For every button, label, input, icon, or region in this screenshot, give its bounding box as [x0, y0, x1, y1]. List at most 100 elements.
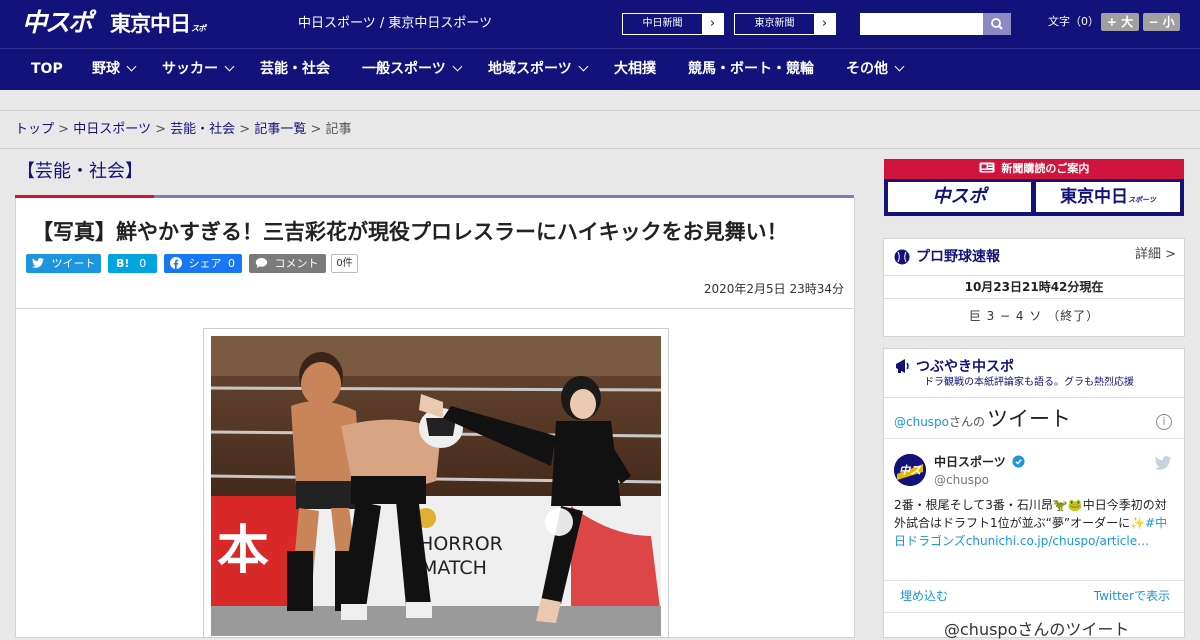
breadcrumb-separator: > — [239, 122, 251, 137]
baseball-update-time: 10月23日21時42分現在 — [884, 275, 1184, 299]
view-on-twitter-link[interactable]: Twitterで表示 — [1094, 588, 1170, 604]
chuspo-avatar-image: 中ス — [894, 454, 926, 486]
newspaper-icon — [979, 162, 995, 173]
chevron-down-icon — [452, 61, 463, 72]
nav-label: その他 — [846, 61, 888, 77]
article-divider — [16, 308, 854, 309]
article-photo[interactable]: 本 E HORROR MATCH — [211, 336, 661, 636]
baseball-scores-widget: プロ野球速報 詳細 > 10月23日21時42分現在 巨 3 − 4 ソ （終了… — [883, 238, 1185, 337]
comment-button[interactable]: コメント — [249, 254, 326, 273]
chunichi-shimbun-button[interactable]: 中日新聞 › — [622, 13, 724, 35]
photo-banner-left: 本 — [217, 521, 269, 581]
font-smaller-button[interactable]: − 小 — [1143, 13, 1180, 31]
tweet-author-handle[interactable]: @chuspo — [934, 472, 989, 488]
info-icon[interactable]: i — [1156, 414, 1172, 430]
nav-item-baseball[interactable]: 野球 — [92, 49, 137, 90]
promo-tokyo-small: スポーツ — [1128, 196, 1156, 204]
tweet-link[interactable]: chunichi.co.jp/chuspo/article… — [966, 534, 1149, 548]
comment-label: コメント — [274, 257, 319, 270]
breadcrumb-top[interactable]: トップ — [15, 122, 54, 137]
twitter-widget: つぶやき中スポ ドラ観戦の本紙評論家も語る。グラも熱烈応援 @chuspoさんの… — [883, 348, 1185, 639]
hatena-count: 0 — [139, 257, 147, 270]
chevron-down-icon — [224, 61, 235, 72]
subscription-title-text: 新聞購読のご案内 — [1001, 162, 1090, 175]
timeline-divider — [884, 580, 1184, 581]
font-larger-button[interactable]: + 大 — [1101, 13, 1139, 31]
hatena-bookmark-button[interactable]: B! 0 — [108, 254, 157, 273]
tokyo-shimbun-label: 東京新聞 — [754, 18, 795, 29]
embed-link[interactable]: 埋め込む — [900, 588, 948, 604]
article-card: 【写真】鮮やかすぎる！三吉彩花が現役プロレスラーにハイキックをお見舞い！ ツイー… — [15, 198, 855, 638]
nav-item-racing[interactable]: 競馬・ボート・競輪 — [688, 49, 814, 90]
search-input[interactable] — [860, 13, 983, 35]
twitter-widget-subtitle: ドラ観戦の本紙評論家も語る。グラも熱烈応援 — [924, 377, 1134, 388]
breadcrumb-current: 記事 — [325, 122, 352, 137]
nav-item-other[interactable]: その他 — [846, 49, 905, 90]
tokyo-shimbun-button[interactable]: 東京新聞 › — [734, 13, 836, 35]
tweet-label: ツイート — [51, 257, 96, 270]
site-links[interactable]: 中日スポーツ / 東京中日スポーツ — [298, 14, 492, 34]
timeline-header: @chuspoさんのツイート — [894, 404, 1071, 434]
category-label[interactable]: 【芸能・社会】 — [15, 150, 154, 198]
twitter-timeline: @chuspoさんのツイート i 中ス 中日スポーツ @chuspo 2番・根尾… — [884, 397, 1184, 639]
tweet-button[interactable]: ツイート — [26, 254, 101, 273]
twitter-widget-title: つぶやき中スポ — [916, 359, 1014, 375]
promo-chuspo-label: 中スポ — [932, 186, 987, 207]
chevron-right-icon: › — [814, 14, 835, 34]
baseball-scores-title: プロ野球速報 — [916, 249, 1000, 265]
tokyo-chunichi-logo[interactable]: 東京中日スポーツ — [110, 9, 210, 68]
breadcrumb-entertainment[interactable]: 芸能・社会 — [170, 122, 235, 137]
timeline-handle[interactable]: @chuspo — [894, 415, 949, 429]
search-icon — [991, 18, 1003, 30]
tokyo-logo-text: 東京中日 — [110, 12, 191, 36]
chevron-down-icon — [126, 61, 137, 72]
twitter-bird-icon[interactable] — [1154, 456, 1172, 470]
nav-label: サッカー — [162, 61, 218, 77]
tweet-author-name[interactable]: 中日スポーツ — [934, 454, 1025, 470]
verified-badge-icon — [1012, 455, 1025, 468]
breadcrumb-article-list[interactable]: 記事一覧 — [254, 122, 306, 137]
article-photo-frame: 本 E HORROR MATCH — [203, 328, 669, 638]
font-size-label: 文字（0） — [1048, 15, 1099, 28]
breadcrumb-separator: > — [58, 122, 70, 137]
avatar[interactable]: 中ス — [894, 454, 926, 486]
subscription-banner-title: 新聞購読のご案内 — [884, 159, 1184, 179]
search-button[interactable] — [983, 13, 1011, 35]
nav-item-top[interactable]: TOP — [31, 49, 63, 90]
comment-icon — [255, 258, 268, 268]
tweet-body: 2番・根尾そして3番・石川昂🦖🐸中日今季初の対外試合はドラフト1位が並ぶ“夢”オ… — [894, 498, 1167, 530]
comment-count: 0件 — [331, 254, 358, 273]
tweet-text: 2番・根尾そして3番・石川昂🦖🐸中日今季初の対外試合はドラフト1位が並ぶ“夢”オ… — [894, 496, 1176, 550]
nav-item-entertainment[interactable]: 芸能・社会 — [260, 49, 330, 90]
subscription-banner[interactable]: 新聞購読のご案内 中スポ 東京中日スポーツ — [884, 159, 1184, 216]
more-tweets-link[interactable]: @chuspoさんのツイート — [944, 620, 1129, 640]
timeline-tweet-word: ツイート — [987, 407, 1072, 431]
promo-tokyo-label: 東京中日 — [1060, 187, 1129, 207]
header-spacer — [0, 90, 1200, 111]
nav-label: 芸能・社会 — [260, 61, 330, 77]
wrestling-photo: 本 E HORROR MATCH — [211, 336, 661, 636]
baseball-game-result[interactable]: 巨 3 − 4 ソ （終了） — [884, 307, 1184, 325]
breadcrumb-separator: > — [155, 122, 166, 137]
promo-tokyo-button[interactable]: 東京中日スポーツ — [1036, 182, 1180, 212]
promo-chuspo-button[interactable]: 中スポ — [888, 182, 1031, 212]
baseball-icon — [894, 249, 910, 265]
timeline-divider — [884, 438, 1184, 439]
baseball-detail-link[interactable]: 詳細 > — [1135, 246, 1176, 264]
breadcrumb: トップ > 中日スポーツ > 芸能・社会 > 記事一覧 > 記事 — [15, 121, 352, 139]
twitter-bird-icon — [32, 258, 44, 268]
nav-label: 野球 — [92, 61, 120, 77]
facebook-share-button[interactable]: シェア 0 — [164, 254, 242, 273]
facebook-icon — [170, 257, 182, 269]
timeline-divider — [884, 612, 1184, 613]
chuspo-logo[interactable]: 中スポ — [22, 7, 102, 39]
breadcrumb-bar: トップ > 中日スポーツ > 芸能・社会 > 記事一覧 > 記事 — [0, 111, 1200, 149]
megaphone-icon — [896, 359, 909, 373]
chuspo-logo-text: 中スポ — [22, 8, 93, 37]
nav-item-sumo[interactable]: 大相撲 — [614, 49, 656, 90]
breadcrumb-chunichi-sports[interactable]: 中日スポーツ — [73, 122, 151, 137]
nav-item-regional-sports[interactable]: 地域スポーツ — [488, 49, 589, 90]
nav-item-general-sports[interactable]: 一般スポーツ — [362, 49, 463, 90]
nav-item-soccer[interactable]: サッカー — [162, 49, 235, 90]
nav-label: 地域スポーツ — [488, 61, 572, 77]
